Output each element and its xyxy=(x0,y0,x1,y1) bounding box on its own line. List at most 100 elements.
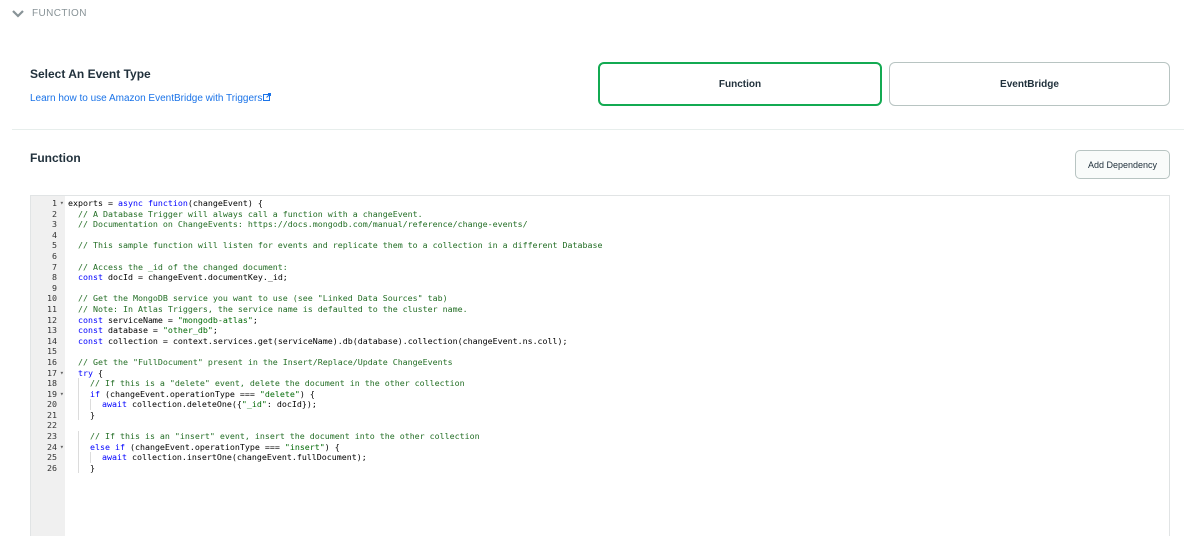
string-token: "insert" xyxy=(284,441,325,452)
code-line: 7 // Access the _id of the changed docum… xyxy=(31,262,1169,273)
line-number: 16 xyxy=(47,356,57,367)
line-number: 24 ▾ xyxy=(47,441,64,453)
line-number: 14 xyxy=(47,335,57,346)
fold-arrow-icon[interactable]: ▾ xyxy=(60,198,64,209)
comment-token: // Documentation on ChangeEvents: https:… xyxy=(78,219,528,230)
comment-token: // Access the _id of the changed documen… xyxy=(78,261,288,272)
event-type-eventbridge-button[interactable]: EventBridge xyxy=(889,62,1170,106)
code-token: collection.insertOne(changeEvent.fullDoc… xyxy=(126,452,367,463)
code-token: database = xyxy=(102,325,163,336)
line-number: 18 xyxy=(47,378,57,389)
string-token: "mongodb-atlas" xyxy=(177,314,253,325)
indent-guide xyxy=(78,452,90,463)
indent-guide xyxy=(90,399,102,410)
code-text: // Get the "FullDocument" present in the… xyxy=(65,357,453,368)
indent-guide xyxy=(90,452,102,463)
line-number: 1 ▾ xyxy=(52,198,64,209)
eventbridge-help-link[interactable]: Learn how to use Amazon EventBridge with… xyxy=(30,93,272,104)
code-token: serviceName = xyxy=(102,314,178,325)
code-line: 14 const collection = context.services.g… xyxy=(31,336,1169,347)
keyword-token: const xyxy=(78,325,103,336)
comment-token: // Get the MongoDB service you want to u… xyxy=(78,293,448,304)
code-token: ) { xyxy=(299,388,315,399)
indent-guide xyxy=(78,399,90,410)
event-type-function-button[interactable]: Function xyxy=(598,62,882,106)
code-text: if (changeEvent.operationType === "delet… xyxy=(65,388,315,400)
code-token: docId = changeEvent.documentKey._id; xyxy=(102,272,288,283)
code-text: // Get the MongoDB service you want to u… xyxy=(65,293,448,304)
comment-token: // If this is a "delete" event, delete t… xyxy=(90,378,465,389)
code-line: 6 xyxy=(31,251,1169,262)
line-number: 17 ▾ xyxy=(47,367,64,379)
comment-token: // This sample function will listen for … xyxy=(78,240,603,251)
code-text: const docId = changeEvent.documentKey._i… xyxy=(65,272,288,283)
fold-arrow-icon[interactable]: ▾ xyxy=(60,368,64,379)
line-number: 2 xyxy=(52,208,57,219)
code-text: // Note: In Atlas Triggers, the service … xyxy=(65,304,468,315)
line-number: 4 xyxy=(52,229,57,240)
code-lines: 1 ▾ exports = async function(changeEvent) … xyxy=(31,198,1169,474)
code-line: 3 // Documentation on ChangeEvents: http… xyxy=(31,219,1169,230)
line-number: 7 xyxy=(52,261,57,272)
keyword-token: else if xyxy=(90,441,125,452)
code-token: : docId}); xyxy=(266,399,317,410)
code-text: await collection.deleteOne({"_id": docId… xyxy=(65,399,317,410)
code-text: // Documentation on ChangeEvents: https:… xyxy=(65,219,528,230)
line-number: 6 xyxy=(52,250,57,261)
line-number: 11 xyxy=(47,303,57,314)
keyword-token: if xyxy=(90,388,100,399)
code-token: { xyxy=(93,367,103,378)
keyword-token: const xyxy=(78,314,103,325)
fold-arrow-icon[interactable]: ▾ xyxy=(60,442,64,453)
keyword-token: const xyxy=(78,272,103,283)
code-editor[interactable]: 1 ▾ exports = async function(changeEvent) … xyxy=(30,195,1170,536)
line-number: 13 xyxy=(47,325,57,336)
section-title: FUNCTION xyxy=(32,8,87,19)
fold-arrow-icon[interactable]: ▾ xyxy=(60,389,64,400)
string-token: "other_db" xyxy=(162,325,213,336)
code-line: 24 ▾ else if (changeEvent.operationType =… xyxy=(31,441,1169,453)
line-number: 20 xyxy=(47,399,57,410)
line-number: 21 xyxy=(47,409,57,420)
code-line: 19 ▾ if (changeEvent.operationType === "d… xyxy=(31,388,1169,400)
code-text: } xyxy=(65,462,95,474)
indent-guide xyxy=(78,378,90,389)
line-number: 15 xyxy=(47,346,57,357)
code-text: // If this is a "delete" event, delete t… xyxy=(65,378,465,389)
function-section-toggle[interactable]: FUNCTION xyxy=(12,8,87,19)
code-token: } xyxy=(90,409,95,420)
code-token: ; xyxy=(212,325,218,336)
code-text: else if (changeEvent.operationType === "… xyxy=(65,441,340,453)
code-token: collection.deleteOne({ xyxy=(126,399,242,410)
code-token: exports = xyxy=(68,198,118,208)
code-text: await collection.insertOne(changeEvent.f… xyxy=(65,452,367,463)
code-line: 4 xyxy=(31,230,1169,241)
code-line: 5 // This sample function will listen fo… xyxy=(31,240,1169,251)
code-text: // If this is an "insert" event, insert … xyxy=(65,431,480,442)
code-line: 13 const database = "other_db"; xyxy=(31,325,1169,336)
line-number: 9 xyxy=(52,282,57,293)
code-line: 9 xyxy=(31,283,1169,294)
code-token: ) { xyxy=(324,441,340,452)
code-token: (changeEvent.operationType === xyxy=(124,441,285,452)
line-number: 23 xyxy=(47,431,57,442)
code-text: // This sample function will listen for … xyxy=(65,240,603,251)
indent-guide xyxy=(78,441,90,453)
line-number: 26 xyxy=(47,462,57,473)
keyword-token: await xyxy=(102,399,127,410)
code-token: ; xyxy=(252,314,258,325)
eventbridge-help-link-text: Learn how to use Amazon EventBridge with… xyxy=(30,93,263,104)
add-dependency-button[interactable]: Add Dependency xyxy=(1075,150,1170,179)
code-text: const collection = context.services.get(… xyxy=(65,336,568,347)
external-link-icon xyxy=(263,93,272,101)
function-heading: Function xyxy=(30,151,81,165)
indent-guide xyxy=(78,388,90,400)
line-number: 3 xyxy=(52,219,57,230)
keyword-token: const xyxy=(78,335,103,346)
section-divider xyxy=(12,129,1184,130)
string-token: "_id" xyxy=(241,399,267,410)
